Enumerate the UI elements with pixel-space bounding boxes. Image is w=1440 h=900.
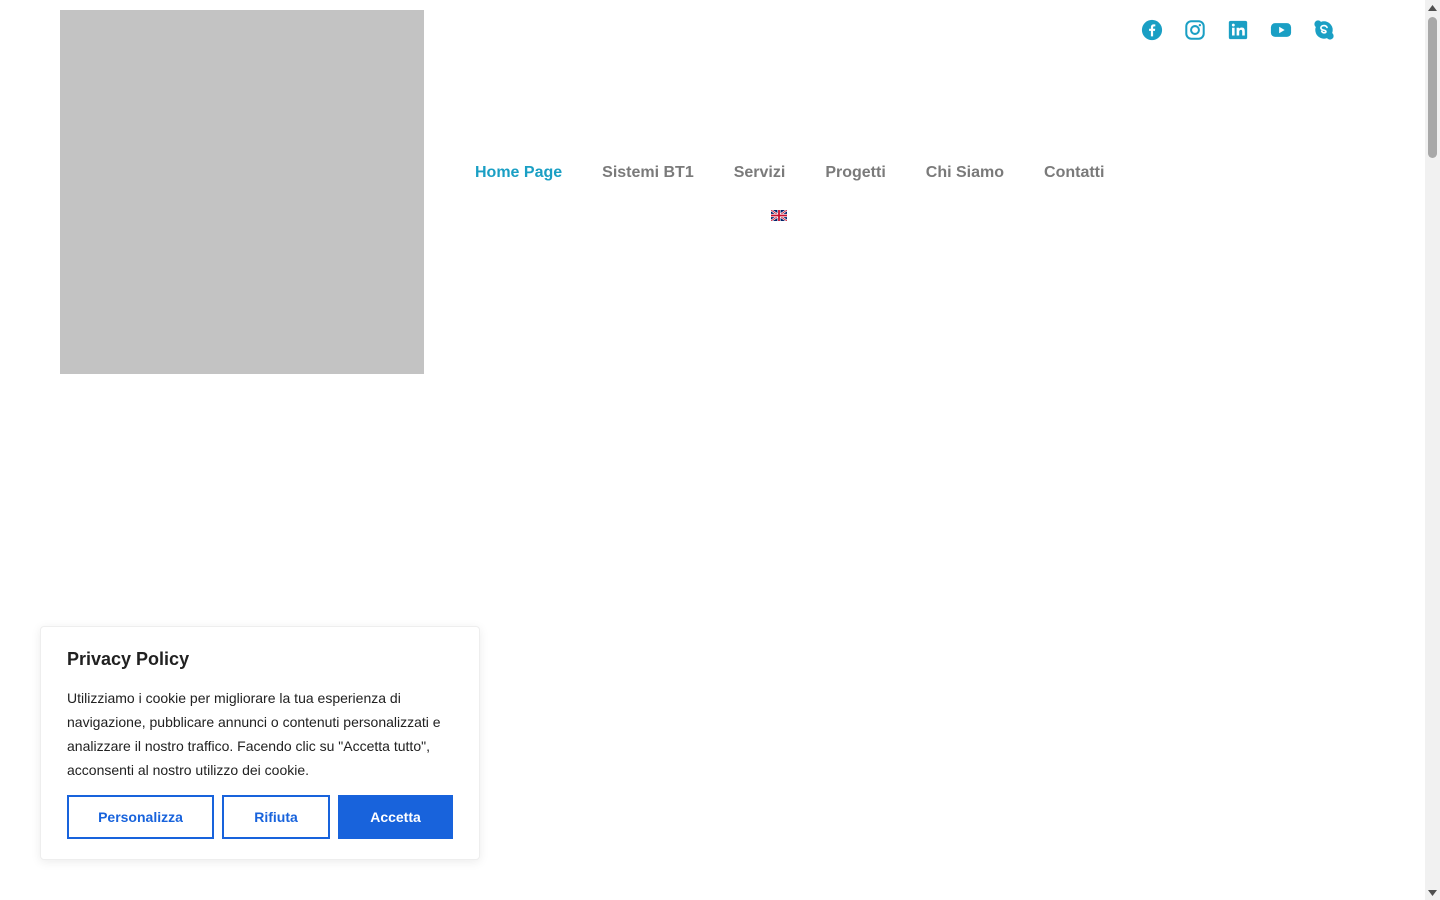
facebook-icon xyxy=(1141,19,1163,41)
cookie-banner-actions: Personalizza Rifiuta Accetta xyxy=(67,795,453,839)
instagram-icon xyxy=(1185,20,1205,40)
linkedin-icon xyxy=(1228,20,1248,40)
nav-item-home-page[interactable]: Home Page xyxy=(475,162,562,184)
scrollbar-thumb[interactable] xyxy=(1428,17,1437,158)
accept-button[interactable]: Accetta xyxy=(338,795,453,839)
cookie-banner-title: Privacy Policy xyxy=(67,649,190,669)
customize-button[interactable]: Personalizza xyxy=(67,795,214,839)
main-navigation: Home Page Sistemi BT1 Servizi Progetti C… xyxy=(475,162,1104,184)
nav-item-chi-siamo[interactable]: Chi Siamo xyxy=(926,162,1004,184)
cookie-consent-banner: Privacy Policy Utilizziamo i cookie per … xyxy=(40,626,480,860)
language-switch-english[interactable] xyxy=(771,210,787,221)
vertical-scrollbar[interactable] xyxy=(1425,0,1440,900)
nav-item-sistemi-bt1[interactable]: Sistemi BT1 xyxy=(602,162,694,184)
facebook-link[interactable] xyxy=(1141,19,1163,41)
page: Home Page Sistemi BT1 Servizi Progetti C… xyxy=(0,0,1440,900)
youtube-link[interactable] xyxy=(1270,19,1292,41)
nav-item-servizi[interactable]: Servizi xyxy=(734,162,786,184)
cookie-banner-text: Utilizziamo i cookie per migliorare la t… xyxy=(67,690,441,778)
reject-button[interactable]: Rifiuta xyxy=(222,795,330,839)
linkedin-link[interactable] xyxy=(1227,19,1249,41)
uk-flag-icon xyxy=(771,210,787,221)
skype-link[interactable] xyxy=(1313,19,1335,41)
scroll-down-arrow-icon[interactable] xyxy=(1425,885,1440,900)
youtube-icon xyxy=(1270,23,1292,37)
nav-item-contatti[interactable]: Contatti xyxy=(1044,162,1104,184)
site-logo-placeholder[interactable] xyxy=(60,10,424,374)
skype-icon xyxy=(1314,20,1334,40)
instagram-link[interactable] xyxy=(1184,19,1206,41)
social-links xyxy=(1141,19,1335,41)
nav-item-progetti[interactable]: Progetti xyxy=(825,162,885,184)
scroll-up-arrow-icon[interactable] xyxy=(1425,0,1440,15)
